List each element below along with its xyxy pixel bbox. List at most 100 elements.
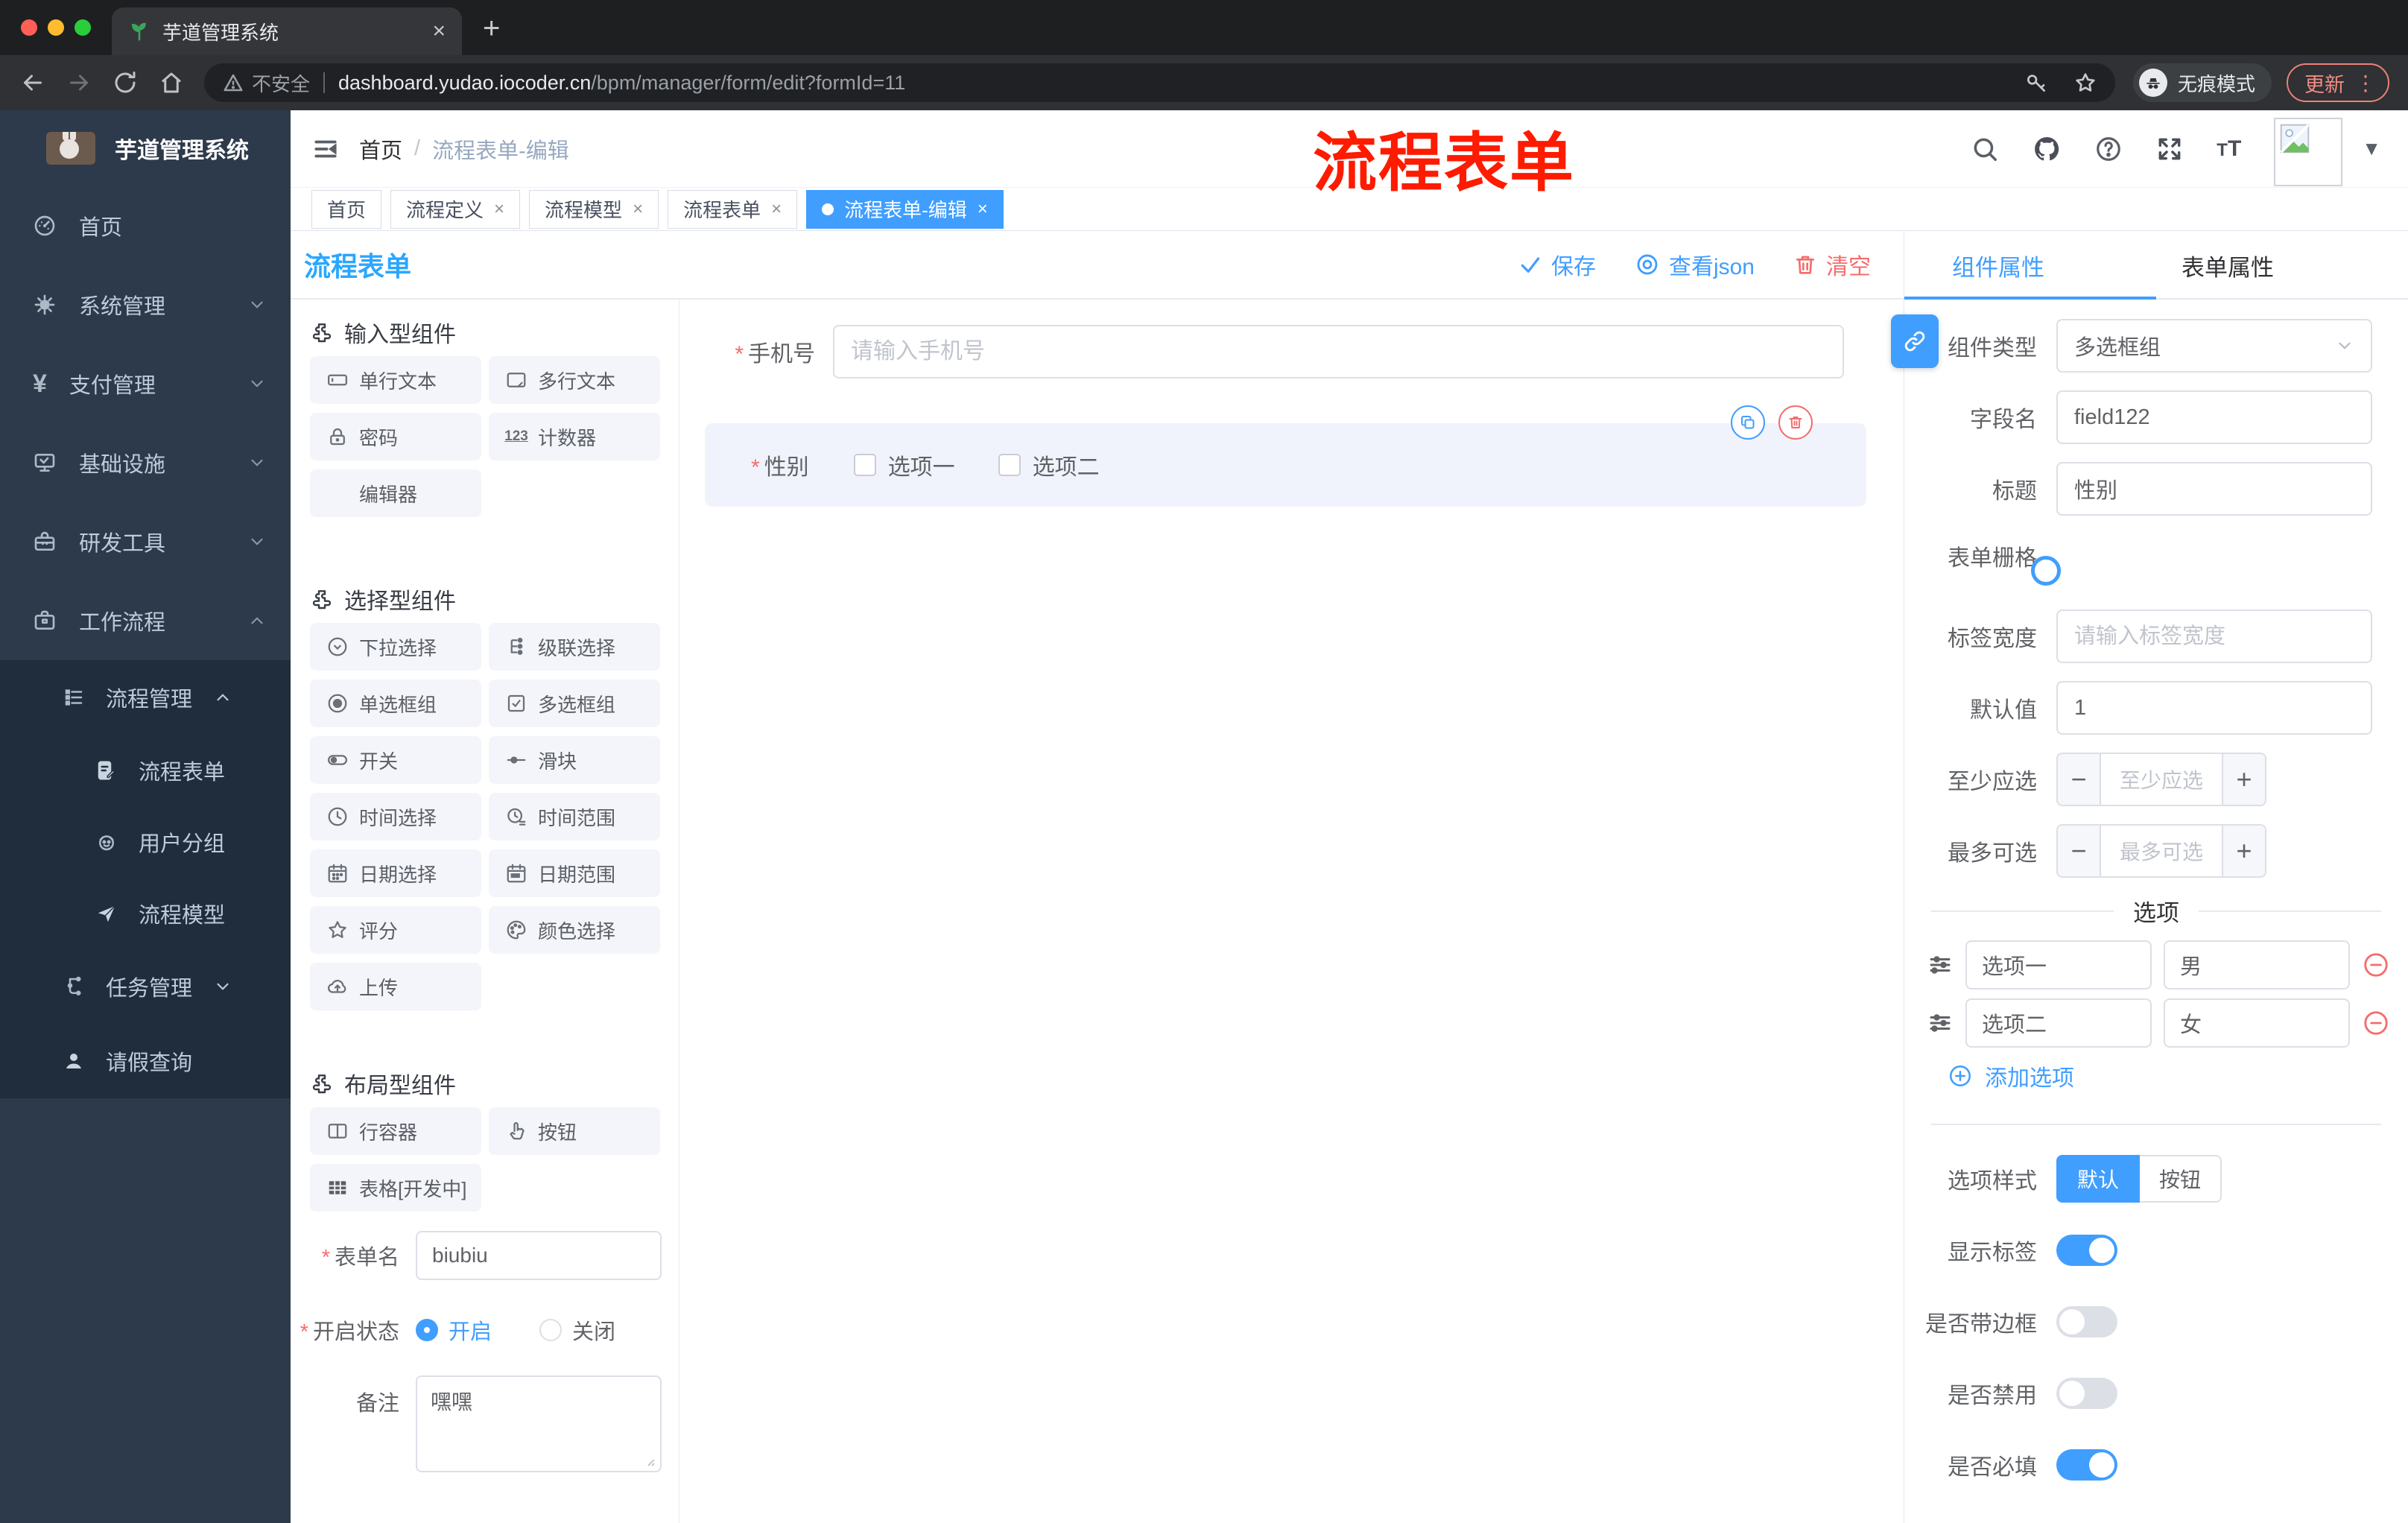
delete-field-button[interactable] bbox=[1778, 405, 1813, 440]
forward-icon[interactable] bbox=[66, 69, 92, 96]
tab-form-props[interactable]: 表单属性 bbox=[2182, 231, 2274, 300]
style-button-button[interactable]: 按钮 bbox=[2140, 1155, 2222, 1203]
fullscreen-icon[interactable] bbox=[2155, 135, 2184, 163]
default-value-input[interactable] bbox=[2056, 681, 2372, 735]
home-icon[interactable] bbox=[158, 69, 185, 96]
field-name-input[interactable] bbox=[2056, 390, 2372, 444]
max-select-placeholder[interactable]: 最多可选 bbox=[2101, 826, 2222, 876]
component-switch[interactable]: 开关 bbox=[310, 736, 481, 784]
component-date[interactable]: 日期选择 bbox=[310, 849, 481, 897]
avatar[interactable] bbox=[2274, 117, 2343, 186]
style-default-button[interactable]: 默认 bbox=[2056, 1155, 2141, 1203]
component-row-container[interactable]: 行容器 bbox=[310, 1107, 481, 1155]
tab-component-props[interactable]: 组件属性 bbox=[1952, 231, 2044, 300]
sidebar-item-task-mgmt[interactable]: 任务管理 bbox=[0, 949, 291, 1024]
plus-button[interactable]: + bbox=[2222, 826, 2265, 876]
component-rate[interactable]: 评分 bbox=[310, 906, 481, 954]
window-close-button[interactable] bbox=[21, 19, 37, 36]
border-switch[interactable] bbox=[2056, 1306, 2117, 1337]
drag-handle-icon[interactable] bbox=[1927, 952, 1954, 978]
component-type-select[interactable]: 多选框组 bbox=[2056, 319, 2372, 373]
gender-option-2[interactable]: 选项二 bbox=[998, 449, 1100, 481]
component-radio-group[interactable]: 单选框组 bbox=[310, 680, 481, 727]
help-icon[interactable] bbox=[2094, 135, 2123, 163]
browser-menu-icon[interactable]: ⋮ bbox=[2355, 71, 2376, 95]
label-width-input[interactable] bbox=[2056, 609, 2372, 663]
sidebar-item-infra[interactable]: 基础设施 bbox=[0, 423, 291, 502]
component-table[interactable]: 表格[开发中] bbox=[310, 1164, 481, 1212]
sidebar-item-user-group[interactable]: 用户分组 bbox=[0, 806, 291, 878]
component-time[interactable]: 时间选择 bbox=[310, 793, 481, 840]
view-tab-process-form-edit[interactable]: 流程表单-编辑 × bbox=[806, 189, 1004, 229]
checkbox-box[interactable] bbox=[998, 454, 1021, 476]
option-value-input[interactable] bbox=[2164, 998, 2350, 1048]
view-json-button[interactable]: 查看json bbox=[1635, 248, 1755, 281]
search-icon[interactable] bbox=[1971, 135, 1999, 163]
bookmark-star-icon[interactable] bbox=[2073, 71, 2097, 95]
github-icon[interactable] bbox=[2032, 134, 2062, 164]
gender-option-1[interactable]: 选项一 bbox=[853, 449, 955, 481]
remove-option-button[interactable] bbox=[2362, 1009, 2390, 1037]
view-tab-process-definition[interactable]: 流程定义 × bbox=[390, 189, 521, 229]
security-label[interactable]: 不安全 bbox=[252, 69, 310, 97]
window-minimize-button[interactable] bbox=[48, 19, 64, 36]
view-tab-process-model[interactable]: 流程模型 × bbox=[529, 189, 659, 229]
tab-close-icon[interactable]: × bbox=[494, 199, 504, 220]
sidebar-collapse-icon[interactable] bbox=[311, 135, 340, 163]
component-password[interactable]: 密码 bbox=[310, 413, 481, 460]
component-select[interactable]: 下拉选择 bbox=[310, 623, 481, 671]
component-button[interactable]: 按钮 bbox=[489, 1107, 660, 1155]
component-date-range[interactable]: 日期范围 bbox=[489, 849, 660, 897]
sidebar-item-process-model[interactable]: 流程模型 bbox=[0, 878, 291, 949]
option-name-input[interactable] bbox=[1965, 940, 2152, 990]
form-canvas[interactable]: * 手机号 请输入手机号 * 性别 选项一 选项二 bbox=[679, 300, 1904, 1523]
browser-update-button[interactable]: 更新 ⋮ bbox=[2287, 63, 2390, 102]
clear-button[interactable]: 清空 bbox=[1793, 248, 1871, 281]
remove-option-button[interactable] bbox=[2362, 951, 2390, 979]
password-key-icon[interactable] bbox=[2024, 71, 2048, 95]
add-option-button[interactable]: 添加选项 bbox=[1948, 1060, 2074, 1092]
component-slider[interactable]: 滑块 bbox=[489, 736, 660, 784]
component-checkbox-group[interactable]: 多选框组 bbox=[489, 680, 660, 727]
reload-icon[interactable] bbox=[112, 69, 139, 96]
duplicate-field-button[interactable] bbox=[1731, 405, 1765, 440]
slider-handle[interactable] bbox=[2031, 556, 2061, 586]
canvas-field-gender-selected[interactable]: * 性别 选项一 选项二 bbox=[705, 405, 1866, 507]
component-time-range[interactable]: 时间范围 bbox=[489, 793, 660, 840]
tab-close-icon[interactable]: × bbox=[432, 19, 446, 44]
sidebar-item-leave-query[interactable]: 请假查询 bbox=[0, 1024, 291, 1098]
font-size-icon[interactable]: TT bbox=[2217, 136, 2241, 162]
minus-button[interactable]: − bbox=[2058, 754, 2101, 805]
sidebar-logo[interactable]: 芋道管理系统 bbox=[0, 110, 291, 186]
phone-input[interactable] bbox=[833, 325, 1844, 379]
component-counter[interactable]: 123 计数器 bbox=[489, 413, 660, 460]
form-name-input[interactable] bbox=[416, 1231, 662, 1280]
address-bar[interactable]: 不安全 dashboard.yudao.iocoder.cn/bpm/manag… bbox=[204, 63, 2115, 102]
back-icon[interactable] bbox=[19, 69, 46, 96]
tab-close-icon[interactable]: × bbox=[633, 199, 643, 220]
component-cascader[interactable]: 级联选择 bbox=[489, 623, 660, 671]
tab-close-icon[interactable]: × bbox=[771, 199, 782, 220]
window-zoom-button[interactable] bbox=[75, 19, 91, 36]
avatar-caret-icon[interactable]: ▼ bbox=[2362, 137, 2381, 160]
component-single-text[interactable]: 单行文本 bbox=[310, 356, 481, 404]
status-radio-on[interactable]: 开启 bbox=[416, 1314, 492, 1346]
resize-grip-icon[interactable] bbox=[644, 1455, 656, 1467]
option-name-input[interactable] bbox=[1965, 998, 2152, 1048]
sidebar-item-workflow[interactable]: 工作流程 bbox=[0, 581, 291, 660]
component-color[interactable]: 颜色选择 bbox=[489, 906, 660, 954]
form-remark-textarea[interactable]: 嘿嘿 bbox=[416, 1375, 662, 1472]
new-tab-button[interactable]: + bbox=[483, 13, 500, 43]
plus-button[interactable]: + bbox=[2222, 754, 2265, 805]
tab-close-icon[interactable]: × bbox=[978, 199, 988, 220]
sidebar-item-payment[interactable]: ¥ 支付管理 bbox=[0, 344, 291, 423]
save-button[interactable]: 保存 bbox=[1518, 248, 1596, 281]
option-value-input[interactable] bbox=[2164, 940, 2350, 990]
disabled-switch[interactable] bbox=[2056, 1378, 2117, 1409]
sidebar-item-process-mgmt[interactable]: 流程管理 bbox=[0, 660, 291, 735]
component-upload[interactable]: 上传 bbox=[310, 963, 481, 1010]
status-radio-off[interactable]: 关闭 bbox=[539, 1314, 615, 1346]
sidebar-item-system[interactable]: 系统管理 bbox=[0, 265, 291, 344]
sidebar-item-home[interactable]: 首页 bbox=[0, 186, 291, 265]
sidebar-item-devtools[interactable]: 研发工具 bbox=[0, 502, 291, 581]
